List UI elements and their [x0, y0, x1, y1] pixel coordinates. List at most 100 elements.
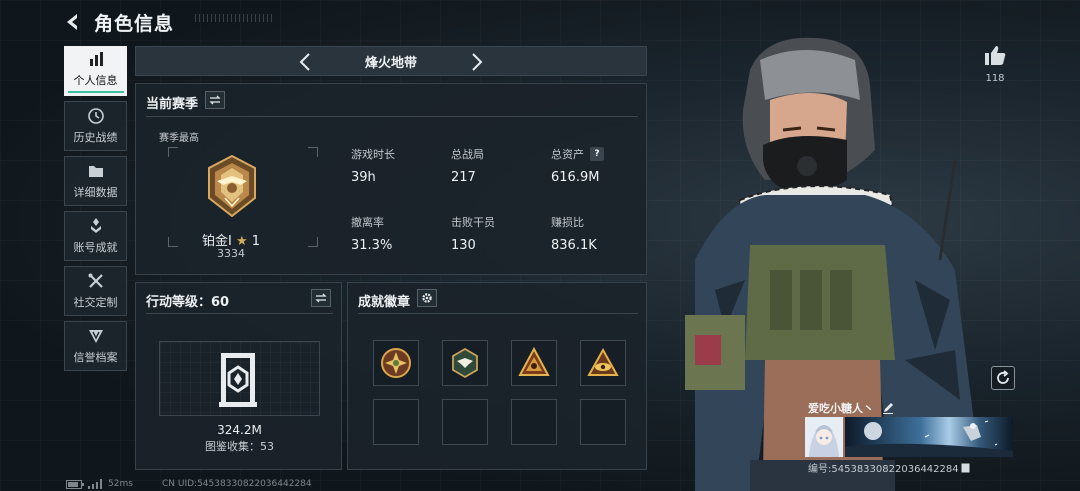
status-bar: 52ms: [66, 479, 133, 489]
sidebar-item-label: 社交定制: [73, 296, 118, 309]
bar-chart-icon: [89, 51, 103, 66]
badge-slot[interactable]: [442, 340, 488, 386]
divider: [146, 313, 333, 314]
tools-icon: [88, 273, 103, 288]
rotate-model-button[interactable]: [991, 366, 1015, 390]
stat-value: 130: [451, 238, 476, 253]
sidebar-item-achievements[interactable]: 账号成就: [64, 211, 127, 261]
stat-operators-defeated: 击败干员 130: [451, 214, 495, 253]
space-banner-image: [845, 420, 1013, 457]
stat-label: 赚损比: [551, 216, 584, 229]
thumbs-up-icon[interactable]: [983, 44, 1007, 66]
sidebar-item-label: 历史战绩: [73, 131, 118, 144]
current-season-title: 当前赛季: [146, 97, 199, 112]
frame-corner: [308, 237, 318, 247]
stat-label: 游戏时长: [351, 148, 395, 161]
badge-eye-triangle-icon: [587, 347, 619, 376]
signal-icon: [88, 479, 102, 489]
sidebar-item-detailed-data[interactable]: 详细数据: [64, 156, 127, 206]
sidebar-item-social[interactable]: 社交定制: [64, 266, 127, 316]
sidebar-item-reputation[interactable]: 信誉档案: [64, 321, 127, 371]
badge-slot-empty[interactable]: [442, 399, 488, 445]
avatar[interactable]: [805, 417, 843, 457]
stat-total-matches: 总战局 217: [451, 146, 484, 185]
header: 角色信息: [62, 8, 174, 36]
swap-button[interactable]: [311, 289, 331, 307]
frame-corner: [168, 147, 178, 157]
profile-banner[interactable]: [845, 417, 1013, 457]
badge-eagle-hexagon-icon: [452, 347, 478, 379]
swap-button[interactable]: [205, 91, 225, 109]
divider: [358, 313, 638, 314]
sidebar-item-label: 详细数据: [73, 186, 118, 199]
history-icon: [87, 108, 104, 124]
player-name-row: 爱吃小糖人丶: [808, 400, 894, 416]
stat-value: 39h: [351, 170, 376, 185]
uid: CN UID:54538330822036442284: [162, 479, 312, 489]
stat-label: 总资产: [551, 148, 584, 161]
collection-count: 图鉴收集：53: [205, 440, 274, 453]
avatar-portrait-icon: [805, 417, 843, 457]
sidebar-item-label: 账号成就: [73, 241, 118, 254]
swap-icon: [209, 95, 221, 105]
player-id: 编号:5453833082203644228​4: [808, 464, 959, 475]
sidebar-item-personal-info[interactable]: 个人信息: [64, 46, 127, 96]
back-arrow-icon[interactable]: [62, 11, 84, 33]
shield-icon: [88, 330, 103, 343]
page-title: 角色信息: [94, 12, 175, 35]
badge-slot[interactable]: [511, 340, 557, 386]
header-decoration: [195, 14, 275, 22]
current-season-panel: 当前赛季 赛季最高 铂金Ⅰ ★ 1 3334 游戏时长 39h 总战局 217 …: [135, 83, 647, 275]
stat-label-row: 总资产 ?: [551, 146, 604, 162]
season-name: 烽火地带: [364, 55, 417, 71]
action-level-panel: 行动等级：60 324.2M 图鉴收集：53: [135, 282, 342, 470]
battery-icon: [66, 479, 84, 489]
player-name: 爱吃小糖人丶: [808, 402, 874, 415]
stat-play-time: 游戏时长 39h: [351, 146, 395, 185]
stat-label: 总战局: [451, 148, 484, 161]
gear-icon: [422, 293, 432, 303]
sidebar-item-label: 信誉档案: [73, 351, 118, 364]
achievement-badges-panel: 成就徽章: [347, 282, 647, 470]
rank-score: 3334: [217, 247, 245, 260]
badge-triangle-icon: [518, 346, 550, 376]
collection-trophy-icon: [219, 353, 257, 407]
season-best-label: 赛季最高: [159, 133, 199, 144]
stat-profit-loss-ratio: 赚损比 836.1K: [551, 214, 597, 253]
badge-slot-empty[interactable]: [511, 399, 557, 445]
stat-extraction-rate: 撤离率 31.3%: [351, 214, 392, 253]
player-id-row: 编号:5453833082203644228​4: [808, 460, 970, 475]
badge-slot-empty[interactable]: [373, 399, 419, 445]
season-selector: 烽火地带: [135, 46, 647, 76]
active-indicator: [67, 90, 124, 93]
platinum-rank-medal-icon: [208, 154, 256, 218]
action-level-title: 行动等级：60: [146, 295, 230, 310]
sidebar-item-history[interactable]: 历史战绩: [64, 101, 127, 151]
badge-slot[interactable]: [373, 340, 419, 386]
stat-value: 836.1K: [551, 238, 597, 253]
ping: 52ms: [108, 479, 133, 489]
badge-slot[interactable]: [580, 340, 626, 386]
achievement-icon: [90, 218, 101, 233]
help-icon[interactable]: ?: [590, 147, 604, 161]
level-value: 324.2M: [217, 423, 262, 437]
badge-slot-empty[interactable]: [580, 399, 626, 445]
sidebar: 个人信息 历史战绩 详细数据 账号成就 社交定制 信誉档案: [64, 46, 127, 376]
badge-cross-medal-icon: [381, 348, 411, 378]
stat-value: 31.3%: [351, 238, 393, 253]
swap-icon: [315, 293, 327, 303]
edit-pencil-icon[interactable]: [882, 402, 894, 414]
chevron-left-icon[interactable]: [296, 52, 316, 72]
stat-label: 击败干员: [451, 216, 495, 229]
sidebar-item-label: 个人信息: [73, 73, 118, 87]
badges-title: 成就徽章: [358, 295, 411, 310]
stat-total-assets: 总资产 ? 616.9M: [551, 146, 604, 185]
chevron-right-icon[interactable]: [466, 52, 486, 72]
copy-icon[interactable]: [961, 463, 970, 473]
folder-icon: [88, 166, 103, 177]
rotate-icon: [997, 370, 1009, 384]
stat-value: 616.9M: [551, 170, 600, 185]
badge-settings-button[interactable]: [417, 289, 437, 307]
like-count: 118: [985, 73, 1005, 84]
frame-corner: [308, 147, 318, 157]
